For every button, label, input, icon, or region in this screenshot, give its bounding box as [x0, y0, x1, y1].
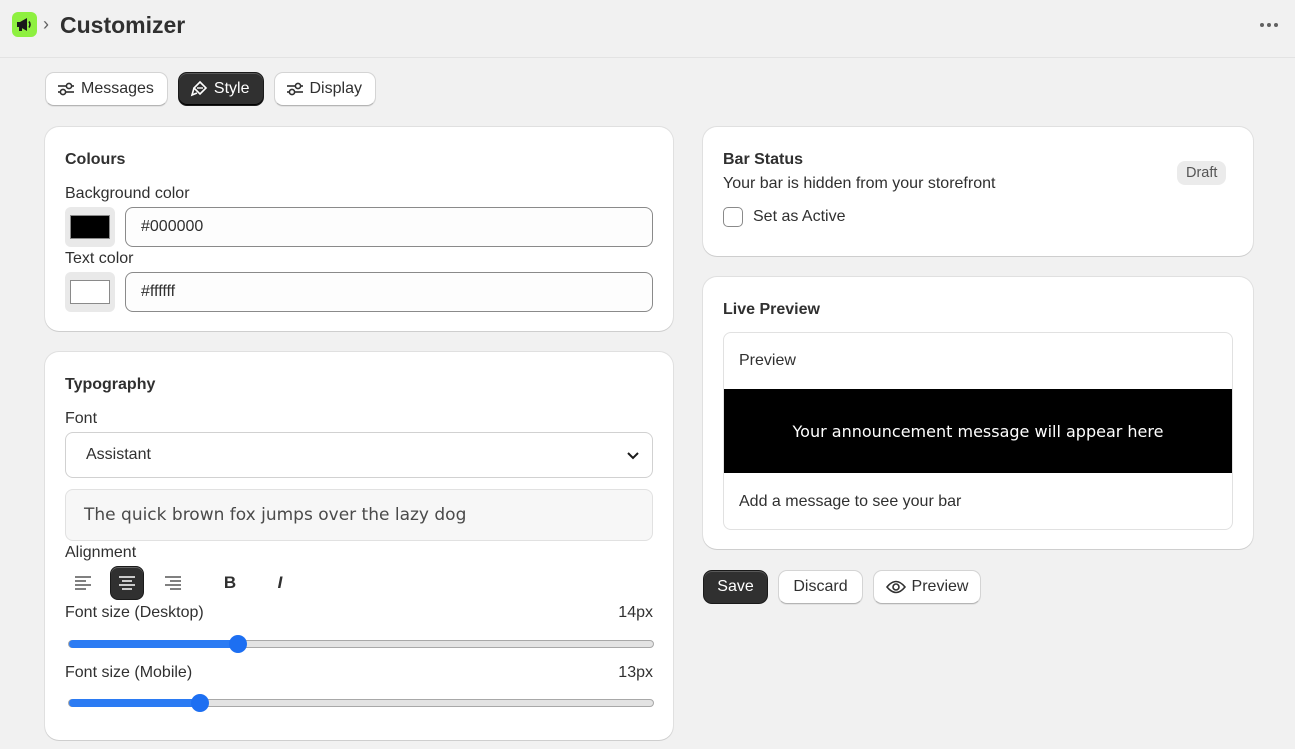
discard-button[interactable]: Discard	[778, 570, 863, 604]
background-color-input[interactable]: #000000	[125, 207, 653, 247]
save-button-label: Save	[717, 578, 754, 595]
text-color-label: Text color	[65, 250, 134, 267]
live-preview-card: Live Preview Preview Your announcement m…	[703, 277, 1253, 549]
page-title: Customizer	[60, 12, 186, 38]
align-center-icon	[119, 576, 135, 590]
preview-button[interactable]: Preview	[873, 570, 981, 604]
slider-thumb[interactable]	[229, 635, 248, 653]
background-color-swatch	[70, 215, 110, 239]
sliders-icon	[286, 82, 303, 96]
font-size-mobile-slider[interactable]	[68, 694, 654, 712]
italic-button[interactable]: I	[268, 566, 292, 600]
slider-fill	[69, 699, 200, 707]
font-select-value: Assistant	[86, 446, 151, 463]
align-left-button[interactable]	[66, 566, 100, 600]
align-right-button[interactable]	[156, 566, 190, 600]
tab-display[interactable]: Display	[273, 72, 376, 106]
eye-icon	[885, 580, 906, 594]
preview-frame-label: Preview	[739, 352, 796, 369]
ellipsis-icon	[1260, 23, 1278, 27]
font-size-mobile-label: Font size (Mobile)	[65, 664, 193, 681]
align-right-icon	[165, 576, 181, 590]
bar-status-title: Bar Status	[723, 151, 804, 168]
save-button[interactable]: Save	[703, 570, 768, 604]
more-actions-button[interactable]	[1256, 12, 1282, 38]
typography-title: Typography	[65, 376, 156, 393]
tab-style-label: Style	[213, 80, 250, 97]
align-center-button[interactable]	[110, 566, 144, 600]
announcement-message: Your announcement message will appear he…	[792, 421, 1164, 441]
font-sample-text: The quick brown fox jumps over the lazy …	[84, 505, 467, 525]
alignment-label: Alignment	[65, 544, 137, 561]
background-color-label: Background color	[65, 185, 190, 202]
set-active-label[interactable]: Set as Active	[753, 208, 846, 226]
background-color-picker[interactable]	[65, 207, 115, 247]
tab-messages[interactable]: Messages	[45, 72, 168, 106]
bar-status-card: Bar Status Your bar is hidden from your …	[703, 127, 1253, 256]
colours-title: Colours	[65, 151, 126, 168]
text-color-swatch	[70, 280, 110, 304]
tab-display-label: Display	[309, 80, 362, 97]
top-bar: › Customizer	[0, 0, 1295, 58]
font-label: Font	[65, 410, 98, 427]
sliders-icon	[58, 82, 74, 96]
align-left-icon	[75, 576, 91, 590]
status-badge: Draft	[1177, 161, 1227, 185]
preview-frame: Preview Your announcement message will a…	[723, 332, 1233, 530]
bar-status-description: Your bar is hidden from your storefront	[723, 175, 996, 192]
typography-card: Typography Font Assistant The quick brow…	[45, 352, 673, 740]
font-sample-preview: The quick brown fox jumps over the lazy …	[65, 489, 653, 541]
announcement-bar-preview: Your announcement message will appear he…	[724, 389, 1232, 473]
font-select[interactable]: Assistant	[65, 432, 653, 478]
font-size-desktop-slider[interactable]	[68, 635, 654, 653]
font-size-desktop-label: Font size (Desktop)	[65, 604, 204, 621]
font-size-mobile-value: 13px	[618, 664, 653, 681]
chevron-down-icon	[627, 452, 639, 460]
preview-hint: Add a message to see your bar	[739, 493, 962, 510]
tab-messages-label: Messages	[81, 80, 154, 97]
slider-fill	[69, 640, 239, 648]
live-preview-title: Live Preview	[723, 301, 820, 318]
tab-style[interactable]: Style	[177, 72, 264, 106]
set-active-checkbox[interactable]	[723, 207, 743, 227]
bold-button[interactable]: B	[218, 566, 242, 600]
colours-card: Colours Background color #000000 Text co…	[45, 127, 673, 331]
text-color-input[interactable]: #ffffff	[125, 272, 653, 312]
tab-bar: Messages Style Display	[45, 72, 376, 106]
text-color-picker[interactable]	[65, 272, 115, 312]
paint-brush-icon	[190, 80, 208, 97]
discard-button-label: Discard	[793, 578, 848, 595]
breadcrumb-chevron-icon: ›	[43, 14, 49, 34]
slider-thumb[interactable]	[190, 694, 209, 712]
preview-button-label: Preview	[911, 578, 969, 595]
font-size-desktop-value: 14px	[618, 604, 653, 621]
megaphone-icon[interactable]	[12, 12, 37, 37]
